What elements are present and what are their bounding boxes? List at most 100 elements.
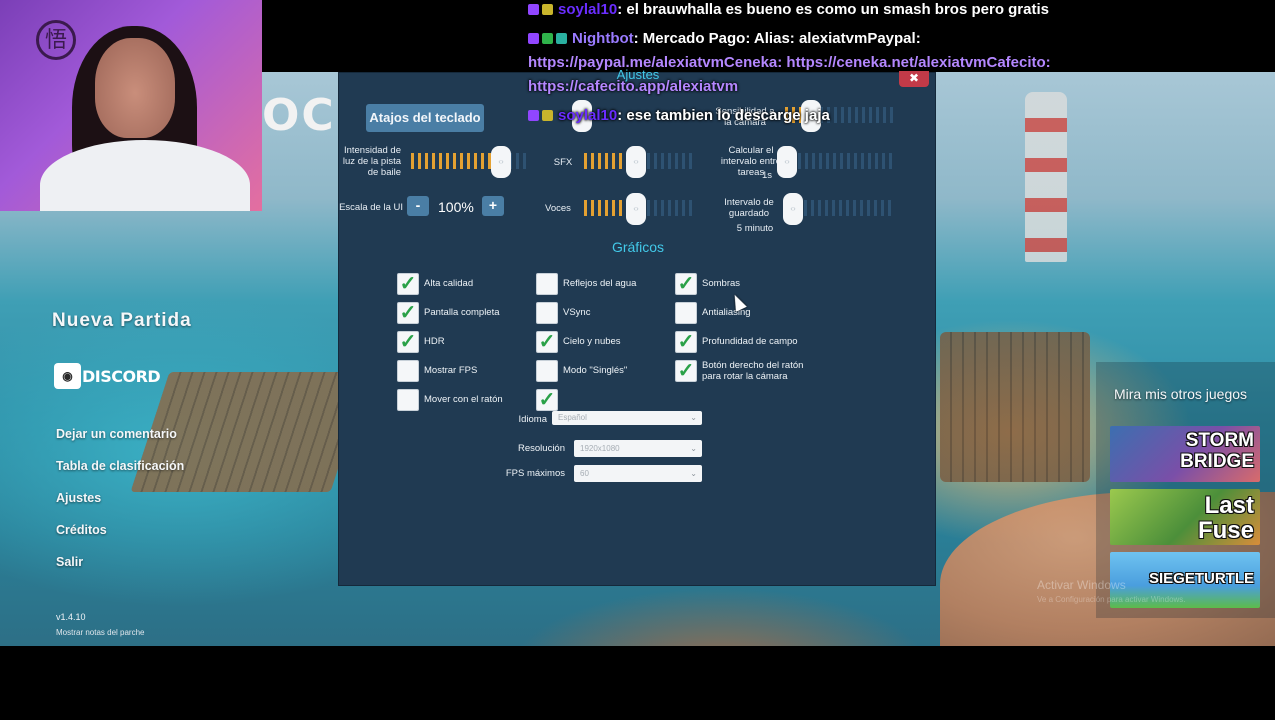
graphics-option-label: Reflejos del agua — [563, 278, 637, 289]
save-interval-label: Intervalo de guardado — [724, 197, 774, 219]
checkbox-checked[interactable]: ✓ — [397, 331, 419, 353]
slider-knob[interactable]: ‹› — [491, 146, 511, 178]
max-fps-dropdown[interactable]: 60 ⌄ — [574, 465, 702, 482]
chevron-down-icon: ⌄ — [690, 413, 697, 422]
task-interval-value: 1s — [761, 170, 773, 181]
dock — [940, 332, 1090, 482]
discord-button[interactable]: ◉ DISCORD — [54, 363, 161, 389]
graphics-option[interactable]: Reflejos del agua — [536, 273, 686, 295]
version-label: v1.4.10 — [56, 612, 86, 622]
chat-link[interactable]: https://paypal.me/alexiatvmCeneka: https… — [528, 51, 1051, 75]
graphics-option-label: Sombras — [702, 278, 741, 289]
checkbox-checked[interactable]: ✓ — [675, 360, 697, 382]
slider-knob[interactable]: ‹› — [783, 193, 803, 225]
menu-item-settings[interactable]: Ajustes — [56, 491, 101, 505]
graphics-option[interactable]: Mover con el ratón — [397, 389, 547, 411]
slider-knob[interactable]: ‹› — [626, 193, 646, 225]
menu-item-credits[interactable]: Créditos — [56, 523, 107, 537]
checkbox-checked[interactable]: ✓ — [675, 331, 697, 353]
chat-text: : ese tambien lo descarge jaja — [617, 107, 830, 124]
sfx-slider[interactable]: ‹› — [584, 146, 694, 178]
checkbox-checked[interactable]: ✓ — [536, 389, 558, 411]
graphics-option[interactable]: ✓ Botón derecho del ratón para rotar la c… — [675, 360, 825, 382]
moderator-badge-icon — [542, 33, 553, 44]
keyboard-shortcuts-button[interactable]: Atajos del teclado — [366, 104, 484, 132]
checkbox-checked[interactable]: ✓ — [397, 273, 419, 295]
discord-icon: ◉ — [54, 363, 81, 389]
chat-username: Nightbot — [572, 30, 634, 47]
other-games-title: Mira mis otros juegos — [1114, 386, 1248, 402]
voices-slider[interactable]: ‹› — [584, 193, 694, 225]
discord-label: DISCORD — [82, 366, 161, 386]
resolution-dropdown[interactable]: 1920x1080 ⌄ — [574, 440, 702, 457]
sword-badge-icon — [542, 110, 553, 121]
graphics-option-label: Pantalla completa — [424, 307, 500, 318]
checkbox-unchecked[interactable] — [536, 273, 558, 295]
chat-text: : el brauwhalla es bueno es como un smas… — [617, 1, 1049, 18]
chat-link[interactable]: https://cafecito.app/alexiatvm — [528, 75, 738, 99]
max-fps-value: 60 — [580, 469, 589, 478]
graphics-option[interactable]: ✓ HDR — [397, 331, 547, 353]
checkbox-unchecked[interactable] — [397, 389, 419, 411]
menu-item-feedback[interactable]: Dejar un comentario — [56, 427, 177, 441]
windows-activation-title: Activar Windows — [1037, 578, 1126, 592]
sfx-label: SFX — [553, 157, 573, 168]
slider-knob[interactable]: ‹› — [626, 146, 646, 178]
menu-item-leaderboard[interactable]: Tabla de clasificación — [56, 459, 184, 473]
graphics-option[interactable]: ✓ Sombras — [675, 273, 825, 295]
checkbox-checked[interactable]: ✓ — [397, 302, 419, 324]
windows-activation-subtitle: Ve a Configuración para activar Windows. — [1037, 595, 1186, 604]
menu-item-quit[interactable]: Salir — [56, 555, 83, 569]
twitch-badge-icon — [528, 4, 539, 15]
graphics-option-label: Alta calidad — [424, 278, 474, 289]
graphics-option-label: Mover con el ratón — [424, 394, 503, 405]
game-tile-last-fuse[interactable]: Last Fuse — [1110, 489, 1260, 545]
graphics-option[interactable]: Antialiasing — [675, 302, 825, 324]
streamer-face — [95, 38, 175, 138]
chat-message: soylal10: el brauwhalla es bueno es como… — [528, 0, 1049, 22]
graphics-option[interactable]: VSync — [536, 302, 686, 324]
dance-light-slider[interactable]: ‹› — [411, 146, 529, 178]
checkbox-checked[interactable]: ✓ — [536, 331, 558, 353]
checkbox-unchecked[interactable] — [397, 360, 419, 382]
save-interval-slider[interactable]: ‹› — [783, 193, 895, 225]
graphics-option[interactable]: ✓ Alta calidad — [397, 273, 547, 295]
graphics-option[interactable]: Modo "Singlés" — [536, 360, 686, 382]
checkbox-unchecked[interactable] — [536, 360, 558, 382]
new-game-button[interactable]: Nueva Partida — [52, 310, 192, 332]
task-interval-slider[interactable]: ‹› — [777, 146, 895, 178]
twitch-badge-icon — [528, 110, 539, 121]
dance-light-label: Intensidad de luz de la pista de baile — [342, 145, 401, 178]
chevron-down-icon: ⌄ — [690, 444, 697, 453]
game-title-line: BRIDGE — [1180, 451, 1254, 472]
slider-knob[interactable]: ‹› — [777, 146, 797, 178]
checkbox-unchecked[interactable] — [675, 302, 697, 324]
graphics-option-label: VSync — [563, 307, 591, 318]
language-dropdown[interactable]: Español ⌄ — [552, 411, 702, 425]
ui-scale-decrease-button[interactable]: - — [407, 196, 429, 216]
patch-notes-link[interactable]: Mostrar notas del parche — [56, 628, 145, 637]
ui-scale-increase-button[interactable]: + — [482, 196, 504, 216]
graphics-section-title: Gráficos — [611, 239, 665, 255]
max-fps-label: FPS máximos — [505, 468, 565, 479]
game-title-line: SIEGETURTLE — [1148, 570, 1254, 587]
graphics-option[interactable]: ✓ Profundidad de campo — [675, 331, 825, 353]
graphics-option[interactable]: ✓ — [536, 389, 686, 411]
ui-scale-label: Escala de la UI — [339, 202, 403, 213]
graphics-option-label: Mostrar FPS — [424, 365, 478, 376]
checkbox-unchecked[interactable] — [536, 302, 558, 324]
resolution-label: Resolución — [518, 443, 565, 454]
graphics-option[interactable]: ✓ Cielo y nubes — [536, 331, 686, 353]
graphics-option-label: Cielo y nubes — [563, 336, 621, 347]
game-tile-storm-bridge[interactable]: STORM BRIDGE — [1110, 426, 1260, 482]
game-title-line: Fuse — [1197, 517, 1254, 544]
twitch-badge-icon — [528, 33, 539, 44]
graphics-option[interactable]: ✓ Pantalla completa — [397, 302, 547, 324]
chevron-down-icon: ⌄ — [690, 469, 697, 478]
settings-panel: Ajustes ✖ Atajos del teclado ‹› Sensibil… — [338, 67, 936, 586]
graphics-option-label: Profundidad de campo — [702, 336, 798, 347]
checkbox-checked[interactable]: ✓ — [675, 273, 697, 295]
graphics-option[interactable]: Mostrar FPS — [397, 360, 547, 382]
graphics-option-label: Botón derecho del ratón para rotar la cá… — [702, 360, 804, 382]
chat-message: Nightbot: Mercado Pago: Alias: alexiatvm… — [528, 27, 921, 51]
